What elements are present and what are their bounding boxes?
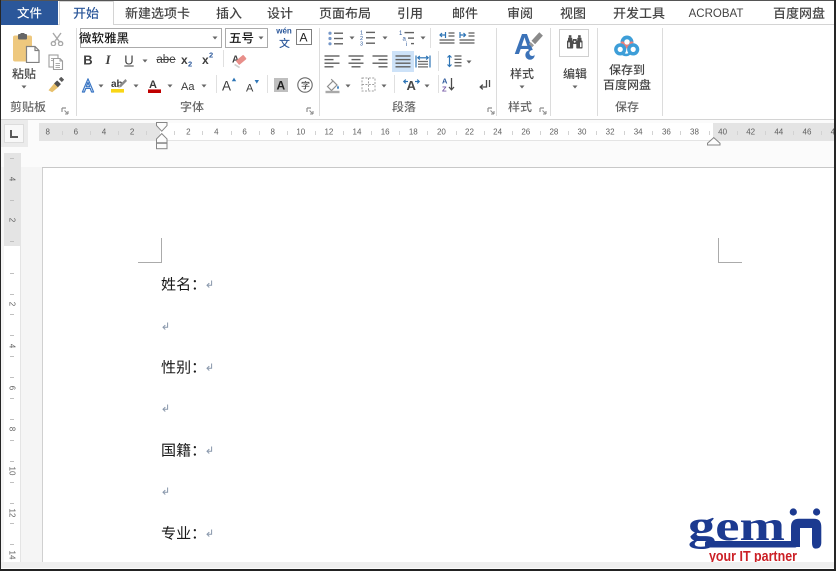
svg-text:3: 3 (360, 41, 363, 46)
svg-text:A: A (277, 79, 286, 93)
svg-text:A: A (246, 83, 254, 93)
svg-text:A: A (149, 79, 157, 91)
svg-text:A: A (300, 31, 308, 45)
svg-text:A: A (222, 79, 231, 92)
svg-text:Aa: Aa (181, 81, 195, 92)
svg-text:i: i (406, 42, 407, 46)
svg-text:A: A (407, 78, 417, 92)
svg-text:Z: Z (442, 85, 447, 94)
